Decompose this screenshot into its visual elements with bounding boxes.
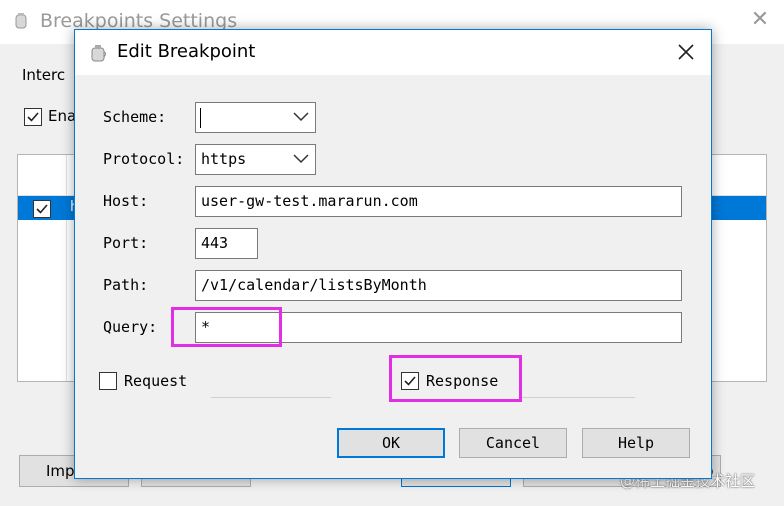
- port-input[interactable]: 443: [195, 228, 258, 259]
- path-label: Path:: [103, 276, 149, 294]
- response-label: Response: [426, 372, 499, 390]
- chevron-down-icon: [293, 154, 309, 164]
- edit-breakpoint-dialog: Edit Breakpoint Scheme: Protocol: https …: [74, 29, 712, 479]
- help-button[interactable]: Help: [582, 428, 690, 458]
- request-checkbox[interactable]: [99, 372, 117, 390]
- query-input[interactable]: *: [195, 312, 682, 343]
- intercept-label: Interc: [22, 66, 66, 84]
- protocol-select[interactable]: https: [195, 144, 316, 175]
- host-label: Host:: [103, 192, 149, 210]
- scheme-label: Scheme:: [103, 108, 167, 126]
- ok-button[interactable]: OK: [337, 428, 445, 458]
- request-separator: [211, 397, 331, 398]
- background-close-icon[interactable]: ✕: [748, 8, 772, 32]
- protocol-label: Protocol:: [103, 150, 185, 168]
- scheme-select[interactable]: [195, 102, 316, 133]
- checkmark-icon: [404, 376, 416, 386]
- dialog-titlebar: Edit Breakpoint: [75, 30, 711, 75]
- response-checkbox[interactable]: [401, 372, 419, 390]
- text-caret: [200, 108, 201, 128]
- enable-label: Ena: [48, 107, 77, 125]
- column-divider: [66, 155, 67, 381]
- teapot-app-icon: [15, 13, 27, 29]
- path-input[interactable]: /v1/calendar/listsByMonth: [195, 270, 682, 301]
- checkmark-icon: [27, 112, 39, 122]
- port-label: Port:: [103, 234, 149, 252]
- protocol-value: https: [201, 150, 247, 168]
- cancel-button[interactable]: Cancel: [459, 428, 567, 458]
- host-input[interactable]: user-gw-test.mararun.com: [195, 186, 682, 217]
- query-label: Query:: [103, 318, 158, 336]
- request-label: Request: [124, 372, 188, 390]
- teapot-app-icon: [91, 45, 106, 62]
- import-button-label: Imp: [46, 462, 75, 480]
- chevron-down-icon: [293, 112, 309, 122]
- enable-checkbox[interactable]: [24, 108, 42, 126]
- row-checkbox[interactable]: [33, 200, 51, 218]
- response-separator: [521, 397, 635, 398]
- checkmark-icon: [36, 204, 48, 214]
- close-icon[interactable]: [673, 39, 699, 65]
- dialog-title: Edit Breakpoint: [117, 41, 256, 62]
